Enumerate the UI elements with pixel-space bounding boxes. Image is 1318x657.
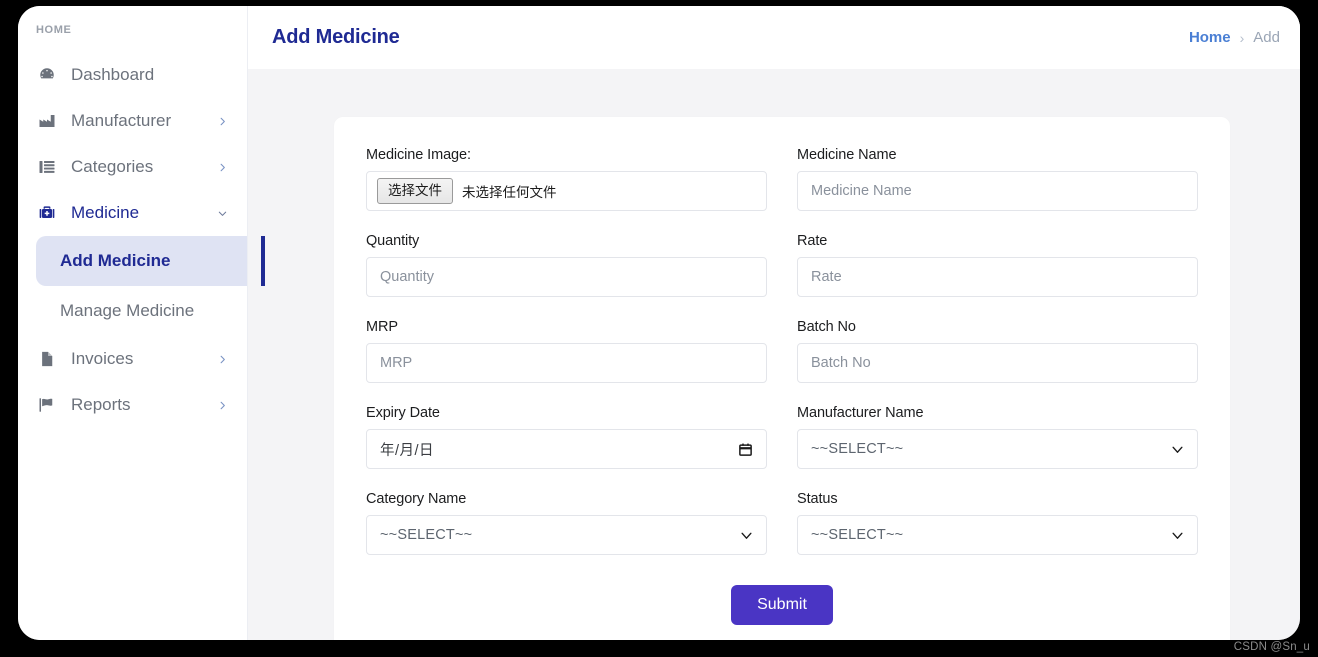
field-label: Status (797, 491, 838, 507)
medical-kit-icon (36, 202, 58, 224)
sidebar-item-label: Reports (71, 395, 131, 414)
field-label: Batch No (797, 319, 856, 335)
field-batch-no: Batch No (797, 319, 1198, 383)
submit-button[interactable]: Submit (731, 585, 833, 625)
expiry-date-input[interactable]: 年/月/日 (366, 429, 767, 469)
field-label: Quantity (366, 233, 420, 249)
submit-row: Submit (366, 585, 1198, 625)
sidebar-item-label: Categories (71, 157, 154, 176)
field-label: Rate (797, 233, 828, 249)
dashboard-icon (36, 64, 58, 86)
field-rate: Rate (797, 233, 1198, 297)
calendar-icon[interactable] (738, 442, 753, 457)
flag-icon (36, 394, 58, 416)
breadcrumb-separator-icon: › (1239, 29, 1245, 46)
field-quantity: Quantity (366, 233, 767, 297)
sidebar-heading: HOME (36, 24, 72, 36)
medicine-name-input[interactable] (797, 171, 1198, 211)
sidebar-subitem-label: Add Medicine (60, 251, 171, 270)
select-value: ~~SELECT~~ (811, 527, 904, 543)
list-icon (36, 156, 58, 178)
browser-frame: HOME Dashboard Manufacturer Categories M… (0, 0, 1318, 657)
sidebar-item-dashboard[interactable]: Dashboard (18, 52, 247, 98)
field-label: Medicine Image: (366, 147, 471, 163)
sidebar-subitem-add-medicine[interactable]: Add Medicine (36, 236, 265, 286)
category-name-select[interactable]: ~~SELECT~~ (366, 515, 767, 555)
chevron-down-icon[interactable] (740, 529, 753, 542)
breadcrumb-current: Add (1253, 29, 1280, 46)
sidebar-item-label: Dashboard (71, 65, 155, 84)
date-placeholder-text: 年/月/日 (380, 442, 435, 459)
field-status: Status ~~SELECT~~ (797, 491, 1198, 555)
add-medicine-form-card: Medicine Image: 选择文件 未选择任何文件 Medicine Na… (334, 117, 1230, 640)
choose-file-button[interactable]: 选择文件 (377, 177, 453, 205)
content-scroll-area: Medicine Image: 选择文件 未选择任何文件 Medicine Na… (248, 69, 1300, 640)
page-title: Add Medicine (272, 26, 400, 48)
chevron-right-icon[interactable] (215, 162, 229, 173)
sidebar-subitem-label: Manage Medicine (60, 301, 195, 320)
select-value: ~~SELECT~~ (811, 441, 904, 457)
sidebar-item-label: Medicine (71, 203, 140, 222)
field-category-name: Category Name ~~SELECT~~ (366, 491, 767, 555)
sidebar-subitem-manage-medicine[interactable]: Manage Medicine (36, 286, 247, 336)
field-label: MRP (366, 319, 398, 335)
chevron-down-icon[interactable] (215, 208, 229, 219)
app-viewport: HOME Dashboard Manufacturer Categories M… (18, 6, 1300, 640)
field-label: Category Name (366, 491, 467, 507)
chevron-right-icon[interactable] (215, 354, 229, 365)
batch-no-input[interactable] (797, 343, 1198, 383)
chevron-right-icon[interactable] (215, 400, 229, 411)
document-icon (36, 348, 58, 370)
field-manufacturer-name: Manufacturer Name ~~SELECT~~ (797, 405, 1198, 469)
chevron-down-icon[interactable] (1171, 443, 1184, 456)
sidebar-item-categories[interactable]: Categories (18, 144, 247, 190)
quantity-input[interactable] (366, 257, 767, 297)
rate-input[interactable] (797, 257, 1198, 297)
sidebar: HOME Dashboard Manufacturer Categories M… (18, 6, 265, 640)
sidebar-item-label: Manufacturer (71, 111, 172, 130)
manufacturer-name-select[interactable]: ~~SELECT~~ (797, 429, 1198, 469)
sidebar-item-medicine[interactable]: Medicine (18, 190, 247, 236)
field-label: Medicine Name (797, 147, 897, 163)
watermark: CSDN @Sn_u (1233, 641, 1310, 653)
field-medicine-image: Medicine Image: 选择文件 未选择任何文件 (366, 147, 767, 211)
status-select[interactable]: ~~SELECT~~ (797, 515, 1198, 555)
breadcrumb-home-link[interactable]: Home (1189, 29, 1231, 46)
sidebar-item-manufacturer[interactable]: Manufacturer (18, 98, 247, 144)
topbar: Add Medicine Home › Add (248, 6, 1300, 69)
chevron-right-icon[interactable] (215, 116, 229, 127)
breadcrumb: Home › Add (1189, 29, 1280, 46)
select-value: ~~SELECT~~ (380, 527, 473, 543)
medicine-image-file-input[interactable]: 选择文件 未选择任何文件 (366, 171, 767, 211)
field-medicine-name: Medicine Name (797, 147, 1198, 211)
add-medicine-form: Medicine Image: 选择文件 未选择任何文件 Medicine Na… (366, 147, 1198, 577)
sidebar-item-label: Invoices (71, 349, 134, 368)
field-mrp: MRP (366, 319, 767, 383)
field-label: Manufacturer Name (797, 405, 924, 421)
sidebar-nav: Dashboard Manufacturer Categories Medici… (18, 52, 265, 428)
sidebar-item-reports[interactable]: Reports (18, 382, 247, 428)
factory-icon (36, 110, 58, 132)
field-expiry-date: Expiry Date 年/月/日 (366, 405, 767, 469)
chevron-down-icon[interactable] (1171, 529, 1184, 542)
file-status-text: 未选择任何文件 (462, 185, 557, 200)
main-area: Add Medicine Home › Add Medicine Image: … (248, 6, 1300, 640)
sidebar-item-invoices[interactable]: Invoices (18, 336, 247, 382)
mrp-input[interactable] (366, 343, 767, 383)
field-label: Expiry Date (366, 405, 440, 421)
